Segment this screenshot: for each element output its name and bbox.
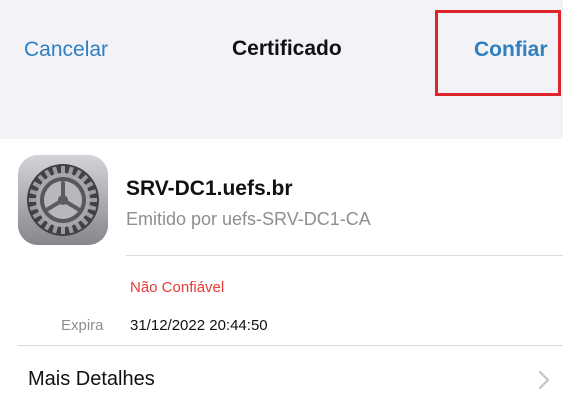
gear-graphic [18,155,108,245]
settings-gear-icon [18,155,108,245]
certificate-screen: Cancelar Certificado Confiar SRV-DC1.uef… [0,0,563,400]
certificate-card: SRV-DC1.uefs.br Emitido por uefs-SRV-DC1… [0,139,563,400]
cancel-button[interactable]: Cancelar [24,38,108,62]
trust-button[interactable]: Confiar [474,38,548,62]
certificate-issuer: Emitido por uefs-SRV-DC1-CA [126,209,371,229]
expires-label: Expira [61,317,104,334]
chevron-right-icon [538,370,550,390]
expires-value: 31/12/2022 20:44:50 [130,317,268,334]
divider [126,255,563,256]
navigation-bar: Cancelar Certificado Confiar [0,0,563,106]
certificate-name: SRV-DC1.uefs.br [126,177,293,200]
page-title: Certificado [232,37,342,60]
more-details-label: Mais Detalhes [28,368,155,390]
more-details-row[interactable]: Mais Detalhes [0,346,563,400]
trust-status: Não Confiável [130,279,225,296]
